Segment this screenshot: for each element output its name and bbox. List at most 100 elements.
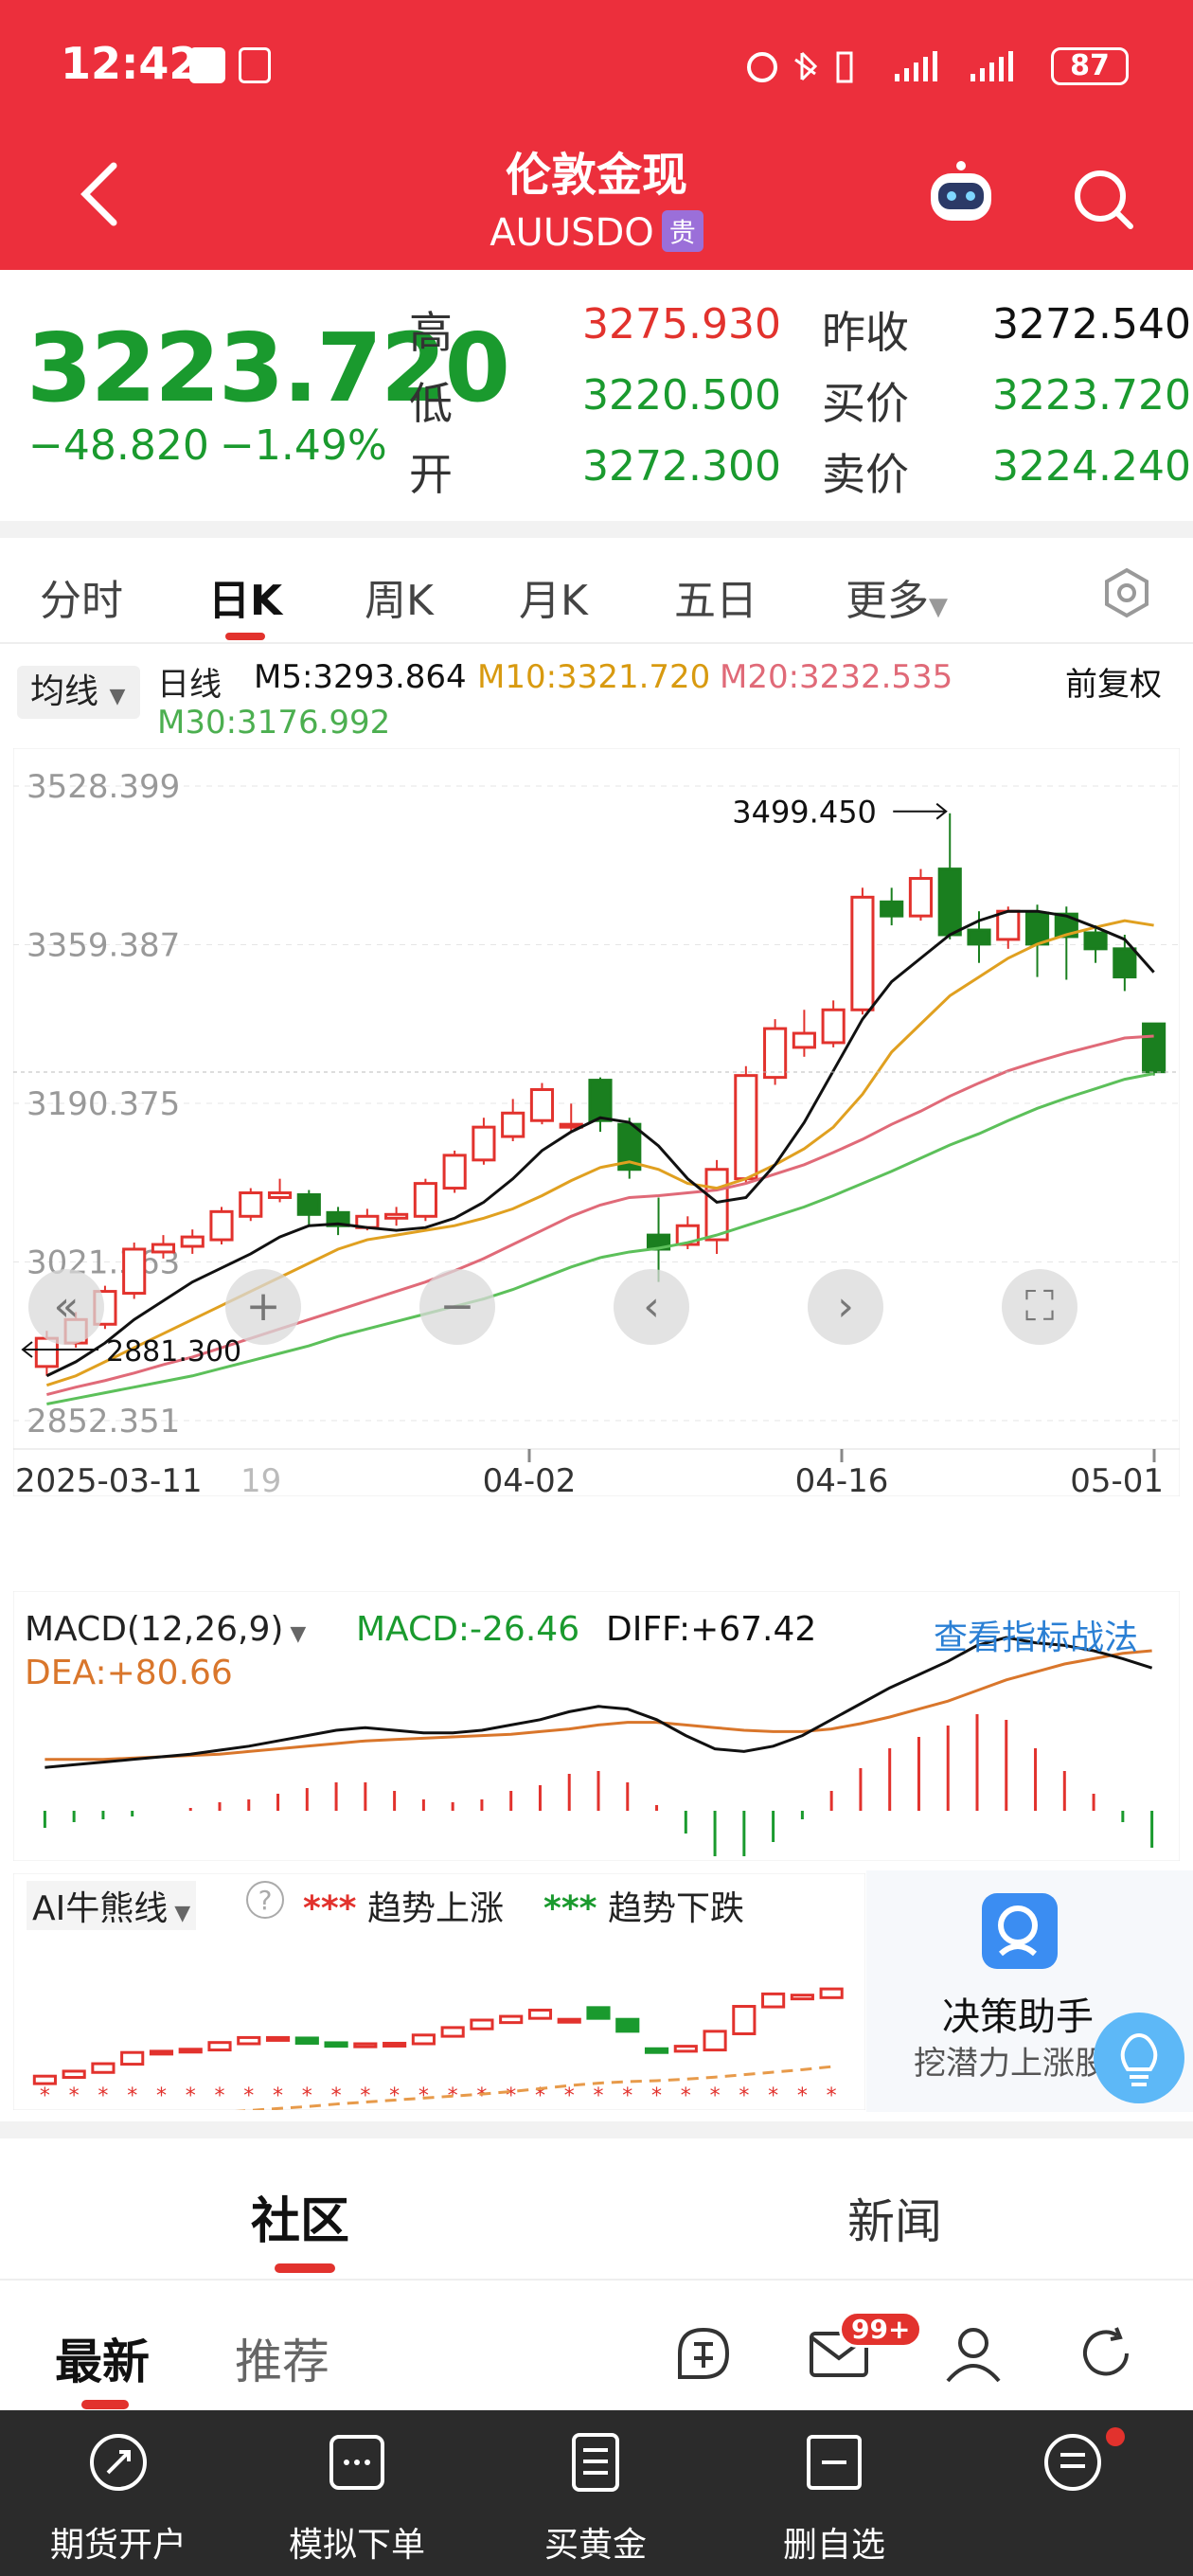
lightbulb-icon[interactable]: [1092, 2011, 1186, 2105]
document-icon: [572, 2433, 619, 2492]
post-icon[interactable]: [670, 2320, 737, 2387]
ai-label: AI牛熊线: [32, 1889, 169, 1928]
zoom-out-button[interactable]: −: [419, 1269, 495, 1345]
ai-candle: [120, 2050, 145, 2066]
ai-robot-icon[interactable]: [923, 156, 999, 232]
ai-candle: [819, 1987, 844, 1999]
zoom-in-icon: +: [246, 1282, 281, 1331]
candle-body: [501, 1111, 525, 1138]
macd-selector[interactable]: MACD(12,26,9) ▼: [25, 1610, 306, 1649]
tab-latest[interactable]: 最新: [55, 2324, 150, 2392]
ai-candle: [91, 2062, 116, 2074]
red-dots-icon: ***: [303, 1889, 357, 1928]
candlestick-chart[interactable]: 3528.3993359.3873190.3753021.3632852.351…: [13, 748, 1180, 1496]
y-tick-label: 2852.351: [27, 1403, 180, 1440]
low-label: 低: [409, 378, 453, 429]
nav-simulated-order[interactable]: 模拟下单: [248, 2410, 466, 2576]
ma-selector-label: 均线: [30, 672, 99, 711]
nav-menu[interactable]: [964, 2410, 1182, 2576]
ai-candle: [673, 2045, 698, 2053]
candle-body: [151, 1243, 176, 1254]
ask-value: 3224.240: [992, 442, 1191, 491]
candle-body: [122, 1247, 147, 1296]
active-tab-indicator: [275, 2263, 335, 2273]
trend-marker: *: [243, 2084, 254, 2108]
nav-futures-account[interactable]: 期货开户: [9, 2410, 227, 2576]
nav-label: 期货开户: [49, 2526, 187, 2565]
tab-community[interactable]: 社区: [251, 2181, 349, 2252]
trend-marker: *: [156, 2084, 167, 2108]
help-icon[interactable]: ?: [246, 1881, 284, 1919]
search-icon[interactable]: [1070, 166, 1136, 232]
decision-title: 决策助手: [942, 1995, 1094, 2039]
ai-selector[interactable]: AI牛熊线 ▼: [27, 1881, 197, 1930]
fullscreen-button[interactable]: ⛶: [1002, 1269, 1077, 1345]
candle-body: [996, 909, 1021, 941]
candle-body: [1024, 911, 1050, 946]
remove-icon: [807, 2435, 862, 2490]
tab-news[interactable]: 新闻: [847, 2184, 942, 2252]
tab-monthly-k[interactable]: 月K: [519, 566, 588, 627]
chevron-down-icon: ▼: [168, 1902, 191, 1925]
prev-button[interactable]: ‹: [614, 1269, 689, 1345]
refresh-icon[interactable]: [1075, 2322, 1137, 2385]
trend-marker: *: [506, 2084, 516, 2108]
macd-label: MACD(12,26,9): [25, 1610, 284, 1649]
candle-body: [967, 928, 991, 946]
nav-buy-gold[interactable]: 买黄金: [487, 2410, 704, 2576]
tab-more[interactable]: 更多▼: [846, 566, 948, 627]
macd-value: MACD:-26.46: [356, 1610, 580, 1649]
macd-header: MACD(12,26,9) ▼ MACD:-26.46 DIFF:+67.42 …: [13, 1601, 1180, 1695]
candle-body: [442, 1154, 467, 1190]
menu-icon: [1044, 2434, 1101, 2491]
high-value: 3275.930: [582, 300, 781, 349]
nav-label: 删自选: [782, 2526, 885, 2565]
zoom-in-button[interactable]: +: [225, 1269, 301, 1345]
candle-body: [850, 895, 875, 1011]
tab-daily-k[interactable]: 日K: [208, 566, 282, 627]
ai-candle: [761, 1992, 786, 2009]
ai-candle: [470, 2018, 494, 2030]
ai-candle: [557, 2017, 581, 2024]
indicator-strategy-link[interactable]: 查看指标战法: [934, 1610, 1138, 1659]
settings-icon[interactable]: [1100, 566, 1153, 619]
assistant-icon: [982, 1893, 1058, 1969]
tab-recommend[interactable]: 推荐: [235, 2324, 329, 2392]
active-tab-indicator: [225, 633, 265, 640]
trend-down-legend: *** 趋势下跌: [543, 1881, 744, 1930]
tab-five-day[interactable]: 五日: [674, 566, 757, 627]
x-tick-label: 2025-03-11: [15, 1462, 203, 1496]
fast-back-icon: «: [54, 1282, 80, 1331]
ma-legend: 均线 ▼ 日线 M5:3293.864 M10:3321.720 M20:323…: [0, 649, 1193, 743]
trend-down-label: 趋势下跌: [607, 1889, 744, 1928]
user-icon[interactable]: [942, 2322, 1005, 2385]
active-subtab-indicator: [81, 2400, 129, 2409]
candle-body: [792, 1031, 816, 1049]
next-button[interactable]: ›: [808, 1269, 883, 1345]
trend-marker: *: [564, 2084, 575, 2108]
ai-candle: [237, 2035, 261, 2046]
candle-body: [180, 1235, 205, 1248]
tab-intraday[interactable]: 分时: [40, 566, 123, 627]
ai-candle: [62, 2069, 86, 2080]
ai-candle: [207, 2041, 232, 2052]
adjust-mode[interactable]: 前复权: [1065, 658, 1162, 705]
ma-selector[interactable]: 均线 ▼: [17, 666, 140, 719]
ai-candle: [732, 2005, 757, 2035]
bid-value: 3223.720: [992, 371, 1191, 420]
trend-marker: *: [186, 2084, 196, 2108]
category-tag: 贵: [661, 210, 703, 252]
trend-marker: *: [681, 2084, 691, 2108]
nav-label: 买黄金: [543, 2526, 647, 2565]
trend-up-legend: *** 趋势上涨: [303, 1881, 504, 1930]
ma5-value: M5:3293.864: [254, 658, 467, 696]
fast-back-button[interactable]: «: [28, 1269, 104, 1345]
ai-candle: [265, 2035, 291, 2042]
trend-marker: *: [418, 2084, 429, 2108]
tab-weekly-k[interactable]: 周K: [365, 566, 434, 627]
decision-assistant-card[interactable]: 决策助手 挖潜力上涨股: [866, 1870, 1193, 2112]
symbol-text: AUUSDO: [490, 211, 654, 255]
zoom-out-icon: −: [440, 1282, 475, 1331]
nav-remove-watchlist[interactable]: 删自选: [725, 2410, 943, 2576]
y-tick-label: 3528.399: [27, 768, 180, 806]
